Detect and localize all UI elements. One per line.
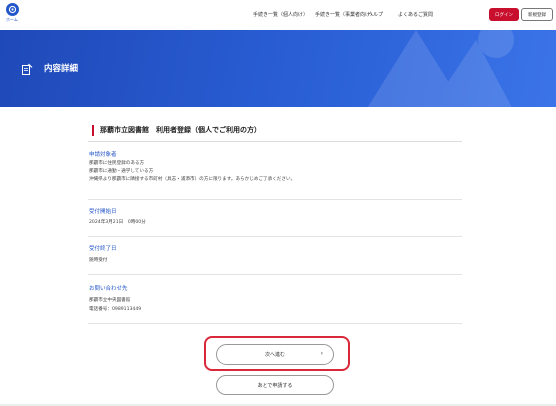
section-label-end-date: 受付終了日	[89, 246, 117, 252]
chevron-right-icon: ›	[320, 350, 323, 357]
section-label-applicant: 申請対象者	[89, 152, 117, 158]
home-link[interactable]: ホーム	[4, 3, 20, 23]
section-text: 電話番号：0989113449	[89, 307, 142, 312]
apply-later-button[interactable]: あとで申請する	[216, 375, 334, 395]
apply-later-label: あとで申請する	[257, 382, 293, 389]
login-button[interactable]: ログイン	[489, 8, 519, 21]
section-text: 随時受付	[89, 258, 108, 263]
section-label-contact: お問い合わせ先	[89, 286, 128, 292]
divider	[88, 199, 462, 200]
banner-decoration	[367, 30, 514, 107]
section-label-start-date: 受付開始日	[89, 209, 117, 215]
divider	[88, 236, 462, 237]
divider	[88, 323, 462, 324]
nav-help[interactable]: ヘルプ	[368, 11, 383, 18]
divider	[88, 141, 462, 142]
section-text: 那覇市に通勤・通学している方	[89, 169, 154, 174]
section-text: 那覇市立中央図書館	[89, 298, 131, 303]
divider	[88, 274, 462, 275]
nav-procedures-personal[interactable]: 手続き一覧（個人向け）	[253, 11, 308, 18]
section-text: 那覇市に住民登録のある方	[89, 161, 145, 166]
nav-faq[interactable]: よくあるご質問	[398, 11, 433, 18]
section-text: 沖縄県より那覇市に隣接する市町村（具志・浦添市）の方に限ります。あらかじめご了承…	[89, 177, 296, 182]
page-banner: 内容詳細	[0, 30, 556, 107]
top-header: ホーム 手続き一覧（個人向け） 手続き一覧（事業者向け） ヘルプ よくあるご質問…	[0, 0, 556, 30]
page-title: 内容詳細	[44, 64, 79, 74]
document-icon	[20, 61, 34, 80]
next-button[interactable]: 次へ進む ›	[216, 344, 334, 365]
nav-procedures-business[interactable]: 手続き一覧（事業者向け）	[315, 11, 375, 18]
register-button[interactable]: 新規登録	[521, 8, 553, 21]
home-icon	[5, 3, 19, 16]
home-label: ホーム	[6, 17, 18, 22]
next-button-label: 次へ進む	[264, 352, 285, 358]
procedure-heading: 那覇市立図書館 利用者登録（個人でご利用の方）	[92, 125, 261, 136]
section-text: 2024年3月21日 0時00分	[89, 220, 146, 225]
